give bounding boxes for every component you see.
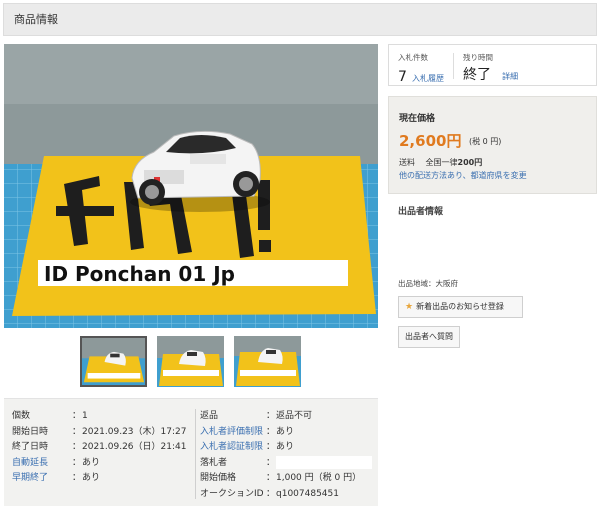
- detail-row: 落札者：: [200, 455, 372, 472]
- shipping-options-link[interactable]: 他の配送方法あり、都道府県を変更: [399, 170, 527, 181]
- bid-history-link[interactable]: 入札履歴: [412, 74, 444, 83]
- time-left-label: 残り時間: [463, 53, 493, 62]
- detail-row: 返品 ：返品不可: [200, 411, 313, 421]
- early-end-link[interactable]: 早期終了: [12, 471, 72, 487]
- photo-plate-text: ID Ponchan 01 Jp: [44, 262, 235, 286]
- bid-status-box: 入札件数 7 入札履歴 残り時間 終了 詳細: [388, 44, 597, 86]
- thumbnail-3[interactable]: [234, 336, 301, 387]
- new-listing-notify-button[interactable]: ★ 新着出品のお知らせ登録: [398, 296, 523, 318]
- winner-blank: [276, 455, 372, 469]
- ask-seller-button[interactable]: 出品者へ質問: [398, 326, 460, 348]
- detail-row: 開始価格 ：1,000 円（税 0 円）: [200, 473, 362, 483]
- auction-page: 商品情報 ID Ponchan 01 Jp 個数 ：1 開始日時 ：2021.0…: [0, 0, 600, 510]
- bidder-rating-link[interactable]: 入札者評価制限: [200, 425, 266, 441]
- bid-count-value: 7: [398, 69, 407, 85]
- current-price-label: 現在価格: [399, 114, 436, 124]
- current-price-value: 2,600円: [399, 132, 462, 150]
- bid-box-divider: [453, 53, 454, 79]
- seller-info-title: 出品者情報: [398, 207, 444, 217]
- section-header: 商品情報: [3, 3, 597, 36]
- detail-row: 開始日時 ：2021.09.23（木）17:27: [12, 426, 187, 437]
- bidder-auth-link[interactable]: 入札者認証制限: [200, 440, 266, 456]
- detail-row: 入札者評価制限 ：あり: [200, 425, 372, 441]
- detail-row: 早期終了 ：あり: [12, 471, 186, 487]
- detail-row: 終了日時 ：2021.09.26（日）21:41: [12, 442, 187, 452]
- time-left-value: 終了: [463, 67, 491, 83]
- shipping-info: 送料 全国一律200円: [399, 158, 483, 167]
- price-box: 現在価格 2,600円 (税 0 円) 送料 全国一律200円 他の配送方法あり…: [388, 96, 597, 194]
- main-product-photo[interactable]: ID Ponchan 01 Jp: [4, 44, 378, 328]
- bid-count-label: 入札件数: [398, 53, 428, 62]
- time-left-cell: 残り時間 終了 詳細: [463, 52, 518, 84]
- bid-count-cell: 入札件数 7 入札履歴: [398, 52, 444, 85]
- auto-extension-link[interactable]: 自動延長: [12, 456, 72, 472]
- thumbnail-2[interactable]: [157, 336, 224, 387]
- auction-details: 個数 ：1 開始日時 ：2021.09.23（木）17:27 終了日時 ：2021.0…: [4, 398, 378, 506]
- detail-row: 入札者認証制限 ：あり: [200, 440, 372, 456]
- time-detail-link[interactable]: 詳細: [502, 72, 518, 81]
- price-tax: (税 0 円): [469, 137, 502, 146]
- seller-area: 出品地域：大阪府: [398, 279, 458, 288]
- details-divider: [195, 409, 196, 499]
- details-left-column: 個数 ：1 開始日時 ：2021.09.23（木）17:27 終了日時 ：2021.0…: [12, 409, 186, 487]
- section-title: 商品情報: [14, 13, 58, 26]
- details-right-column: 返品 ：返品不可 入札者評価制限 ：あり 入札者認証制限 ：あり 落札者： 開始価格：…: [200, 409, 372, 502]
- thumbnail-1[interactable]: [80, 336, 147, 387]
- detail-row: オークションID ：q1007485451: [200, 488, 339, 499]
- detail-row: 自動延長 ：あり: [12, 456, 186, 472]
- notify-icon: ★: [405, 302, 414, 312]
- detail-row: 個数 ：1: [12, 411, 88, 421]
